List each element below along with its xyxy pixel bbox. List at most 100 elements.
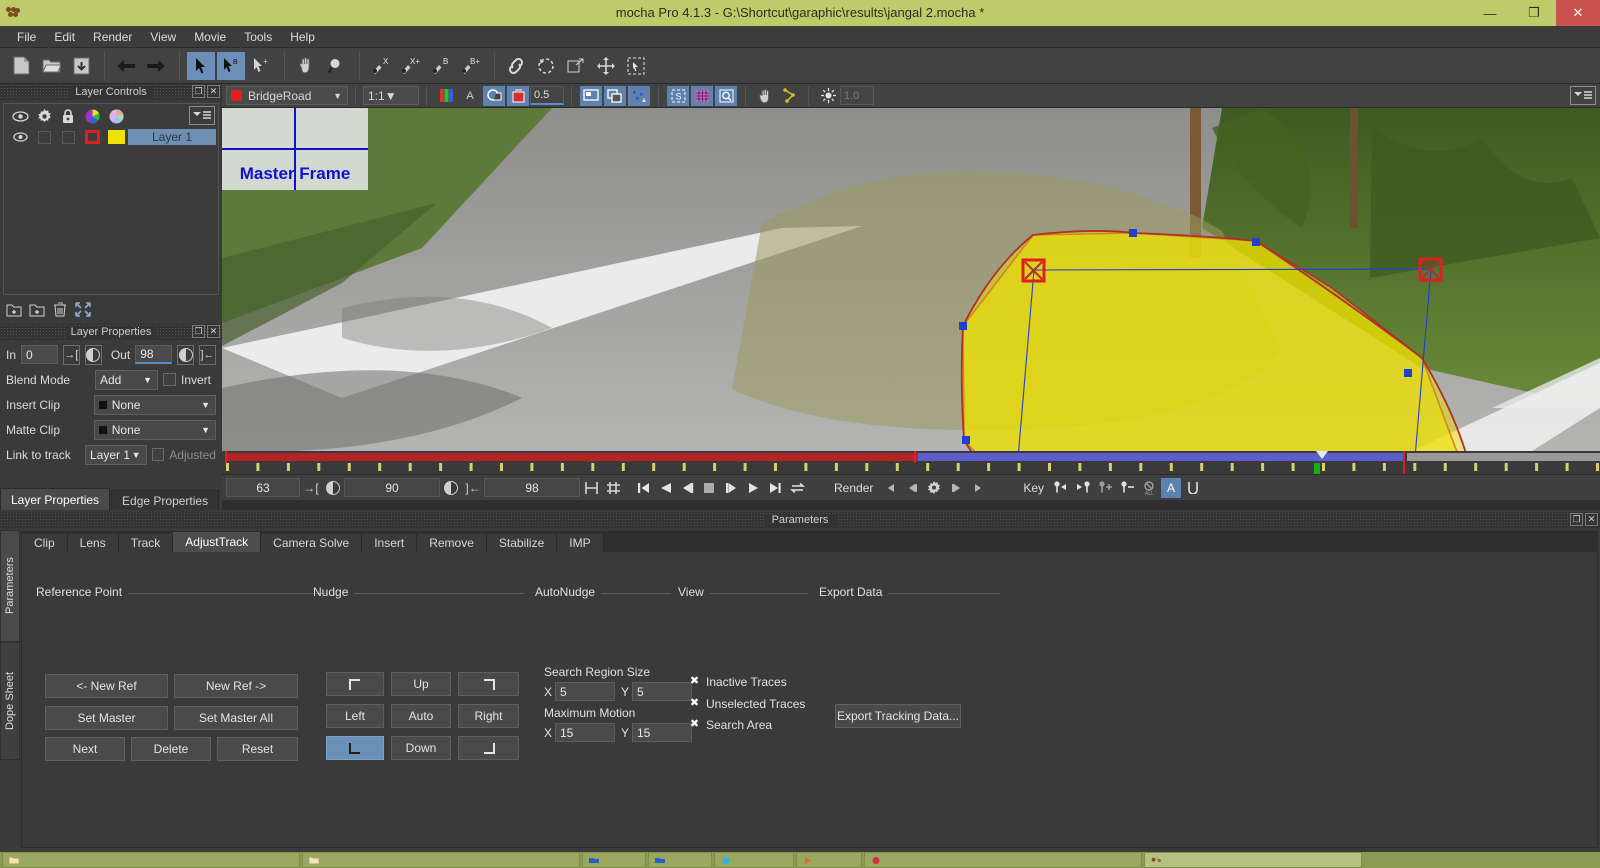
invert-checkbox[interactable] bbox=[163, 373, 176, 386]
hand-icon[interactable] bbox=[754, 86, 776, 106]
zoom-magnifier-icon[interactable] bbox=[322, 52, 350, 80]
menu-view[interactable]: View bbox=[141, 28, 185, 46]
nudge-auto-button[interactable]: Auto bbox=[391, 704, 451, 728]
trace-shape-icon[interactable] bbox=[532, 52, 560, 80]
go-start-icon[interactable] bbox=[633, 478, 653, 498]
key-prev-icon[interactable] bbox=[1051, 478, 1071, 498]
tab-track[interactable]: Track bbox=[118, 534, 174, 552]
tab-imp[interactable]: IMP bbox=[557, 534, 604, 552]
play-back-icon[interactable] bbox=[655, 478, 675, 498]
next-button[interactable]: Next bbox=[45, 737, 125, 761]
forward-arrow-icon[interactable] bbox=[142, 52, 170, 80]
taskbar-item-explorer-2[interactable] bbox=[648, 852, 712, 868]
layer-visibility-icon[interactable] bbox=[8, 129, 32, 145]
layer-properties-close-icon[interactable]: ✕ bbox=[207, 325, 220, 338]
close-button[interactable]: ✕ bbox=[1556, 0, 1600, 26]
fit-layer-icon[interactable] bbox=[73, 300, 93, 318]
layer-settings-checkbox[interactable] bbox=[32, 129, 56, 145]
back-arrow-icon[interactable] bbox=[112, 52, 140, 80]
out-field[interactable]: 98 bbox=[135, 345, 173, 364]
tab-insert[interactable]: Insert bbox=[362, 534, 418, 552]
inactive-traces-checkbox[interactable]: ✖ bbox=[689, 675, 700, 687]
taskbar-item-explorer-1[interactable] bbox=[582, 852, 646, 868]
motion-y-field[interactable]: 15 bbox=[632, 723, 692, 742]
key-next-icon[interactable] bbox=[1073, 478, 1093, 498]
taskbar-item-folder-2[interactable] bbox=[302, 852, 580, 868]
layer-outline-color-swatch[interactable] bbox=[80, 129, 104, 145]
key-add-icon[interactable] bbox=[1095, 478, 1115, 498]
add-layer-icon[interactable] bbox=[4, 300, 24, 318]
tab-remove[interactable]: Remove bbox=[417, 534, 487, 552]
in-field[interactable]: 0 bbox=[21, 345, 58, 364]
search-area-checkbox[interactable]: ✖ bbox=[689, 718, 700, 730]
move-plane-icon[interactable] bbox=[592, 52, 620, 80]
layer-fill-color-swatch[interactable] bbox=[104, 129, 128, 145]
taskbar-item-mocha[interactable] bbox=[1144, 852, 1362, 868]
multi-view-icon[interactable] bbox=[604, 85, 626, 106]
nudge-right-button[interactable]: Right bbox=[458, 704, 519, 728]
matte-paint-icon[interactable] bbox=[507, 85, 529, 106]
motion-x-field[interactable]: 15 bbox=[555, 723, 615, 742]
set-out-icon[interactable]: ]← bbox=[462, 478, 484, 498]
maximize-button[interactable]: ❐ bbox=[1512, 0, 1556, 26]
lock-icon[interactable] bbox=[56, 105, 80, 127]
zoom-select[interactable]: 1:1 ▼ bbox=[363, 86, 419, 105]
out-shutter-button[interactable] bbox=[177, 344, 195, 365]
set-in-icon[interactable]: →[ bbox=[300, 478, 322, 498]
render-settings-icon[interactable] bbox=[924, 478, 944, 498]
tab-adjusttrack[interactable]: AdjustTrack bbox=[173, 532, 262, 552]
out-point-field[interactable]: 98 bbox=[484, 478, 580, 497]
delete-layer-icon[interactable] bbox=[50, 300, 70, 318]
clip-select[interactable]: BridgeRoad ▼ bbox=[226, 86, 348, 105]
step-back-icon[interactable] bbox=[677, 478, 697, 498]
timeline-in-marker[interactable] bbox=[224, 451, 227, 463]
nudge-left-button[interactable]: Left bbox=[326, 704, 384, 728]
taskbar-item-record[interactable] bbox=[864, 852, 1142, 868]
key-delete-all-icon[interactable]: ALL bbox=[1139, 478, 1159, 498]
delete-button[interactable]: Delete bbox=[131, 737, 211, 761]
nudge-down-right-button[interactable] bbox=[458, 736, 519, 760]
link-chain-icon[interactable] bbox=[502, 52, 530, 80]
timeline-playhead-handle[interactable] bbox=[1316, 451, 1329, 459]
save-icon[interactable] bbox=[67, 52, 95, 80]
timeline-mid-marker[interactable] bbox=[913, 451, 916, 463]
render-fwd-icon[interactable] bbox=[968, 478, 988, 498]
in-shutter-button[interactable] bbox=[84, 344, 102, 365]
rgb-channels-icon[interactable] bbox=[435, 86, 457, 106]
surface-icon[interactable] bbox=[778, 86, 800, 106]
taskbar-item-media[interactable] bbox=[796, 852, 862, 868]
set-master-button[interactable]: Set Master bbox=[45, 706, 168, 730]
table-row[interactable]: Layer 1 bbox=[4, 128, 218, 146]
reset-button[interactable]: Reset bbox=[217, 737, 298, 761]
fit-width-icon[interactable] bbox=[581, 478, 601, 498]
nudge-down-button[interactable]: Down bbox=[391, 736, 451, 760]
grid-icon[interactable] bbox=[691, 85, 713, 106]
set-in-button[interactable]: →[ bbox=[63, 344, 80, 365]
brightness-icon[interactable] bbox=[817, 86, 839, 106]
key-remove-icon[interactable] bbox=[1117, 478, 1137, 498]
menu-render[interactable]: Render bbox=[84, 28, 141, 46]
search-region-icon[interactable] bbox=[715, 85, 737, 106]
tab-clip[interactable]: Clip bbox=[22, 534, 68, 552]
xspline-tool-icon[interactable]: X bbox=[367, 52, 395, 80]
set-master-all-button[interactable]: Set Master All bbox=[174, 706, 298, 730]
transform-layer-icon[interactable] bbox=[562, 52, 590, 80]
tab-stabilize[interactable]: Stabilize bbox=[486, 534, 558, 552]
new-ref-right-button[interactable]: New Ref -> bbox=[174, 674, 298, 698]
stop-icon[interactable] bbox=[699, 478, 719, 498]
duplicate-layer-icon[interactable] bbox=[27, 300, 47, 318]
export-tracking-data-button[interactable]: Export Tracking Data... bbox=[835, 704, 961, 728]
taskbar-item-browser[interactable] bbox=[714, 852, 794, 868]
viewer-canvas[interactable]: Master Frame bbox=[222, 108, 1600, 451]
set-out-button[interactable]: ]← bbox=[199, 344, 217, 365]
shutter-out-icon[interactable] bbox=[440, 478, 462, 498]
tab-layer-properties[interactable]: Layer Properties bbox=[0, 488, 111, 510]
blend-mode-select[interactable]: Add ▼ bbox=[95, 369, 158, 390]
render-back-icon[interactable] bbox=[880, 478, 900, 498]
in-point-field[interactable]: 90 bbox=[344, 478, 440, 497]
search-x-field[interactable]: 5 bbox=[555, 682, 615, 701]
play-fwd-icon[interactable] bbox=[743, 478, 763, 498]
bezier-tool-icon[interactable]: B bbox=[427, 52, 455, 80]
opacity-field[interactable]: 0.5 bbox=[530, 86, 564, 105]
go-end-icon[interactable] bbox=[765, 478, 785, 498]
